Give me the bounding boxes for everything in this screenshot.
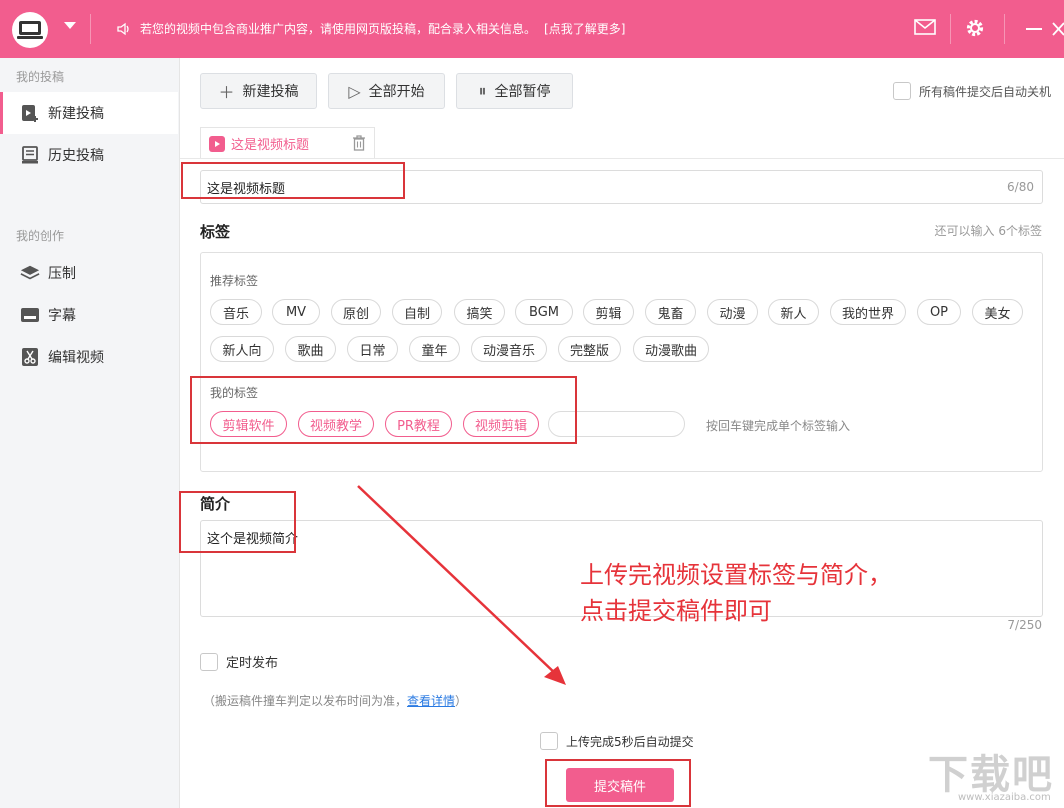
title-char-count: 6/80 bbox=[1007, 180, 1034, 194]
recommended-tag[interactable]: 原创 bbox=[331, 299, 381, 325]
recommended-tag[interactable]: 动漫歌曲 bbox=[633, 336, 709, 362]
recommended-tag[interactable]: OP bbox=[917, 299, 961, 325]
start-all-button[interactable]: ▷ 全部开始 bbox=[328, 73, 445, 109]
watermark-url: www.xiazaiba.com bbox=[958, 792, 1051, 803]
plus-icon: ＋ bbox=[218, 83, 235, 102]
sidebar-item-subtitle[interactable]: 字幕 bbox=[0, 294, 178, 336]
pause-all-button[interactable]: ⏸ 全部暂停 bbox=[456, 73, 573, 109]
recommended-tag[interactable]: 动漫 bbox=[707, 299, 758, 325]
new-upload-icon bbox=[20, 103, 40, 123]
description-char-count: 7/250 bbox=[1007, 618, 1042, 632]
recommended-tag[interactable]: 音乐 bbox=[210, 299, 262, 325]
new-upload-button[interactable]: ＋ 新建投稿 bbox=[200, 73, 317, 109]
note-text: （搬运稿件撞车判定以发布时间为准， bbox=[203, 694, 408, 708]
scissors-icon bbox=[20, 347, 40, 367]
divider bbox=[180, 158, 1064, 159]
sidebar-group-creation: 我的创作 bbox=[16, 229, 65, 243]
highlight-box bbox=[190, 376, 577, 444]
recommended-tag[interactable]: 搞笑 bbox=[454, 299, 505, 325]
top-bar: 若您的视频中包含商业推广内容，请使用网页版投稿，配合录入相关信息。 [点我了解更… bbox=[0, 0, 1064, 58]
auto-shutdown-label: 所有稿件提交后自动关机 bbox=[919, 84, 1052, 99]
sidebar: 我的投稿 新建投稿 历史投稿 我的创作 压制 字幕 编辑视频 bbox=[0, 58, 180, 808]
auto-shutdown-option[interactable]: 所有稿件提交后自动关机 bbox=[893, 82, 1051, 100]
divider bbox=[90, 14, 91, 44]
recommended-tag[interactable]: 动漫音乐 bbox=[471, 336, 547, 362]
notice-text: 若您的视频中包含商业推广内容，请使用网页版投稿，配合录入相关信息。 bbox=[140, 22, 537, 36]
recommended-tag[interactable]: 新人向 bbox=[210, 336, 274, 362]
recommended-tag[interactable]: 自制 bbox=[392, 299, 442, 325]
tag-input-hint: 按回车键完成单个标签输入 bbox=[706, 419, 851, 433]
tv-logo-icon bbox=[17, 21, 43, 39]
sidebar-item-edit-video[interactable]: 编辑视频 bbox=[0, 336, 178, 378]
auto-shutdown-checkbox[interactable] bbox=[893, 82, 911, 100]
button-label: 新建投稿 bbox=[242, 84, 299, 100]
auto-submit-label: 上传完成5秒后自动提交 bbox=[566, 734, 694, 749]
gear-icon[interactable] bbox=[964, 17, 986, 39]
recommended-tags-label: 推荐标签 bbox=[210, 274, 259, 288]
sidebar-item-label: 历史投稿 bbox=[48, 148, 104, 164]
recommended-tag[interactable]: 鬼畜 bbox=[645, 299, 696, 325]
recommended-tag[interactable]: 歌曲 bbox=[285, 336, 336, 362]
annotation-line: 点击提交稿件即可 bbox=[580, 597, 772, 625]
play-icon: ▷ bbox=[348, 81, 361, 101]
annotation-line: 上传完视频设置标签与简介， bbox=[580, 561, 892, 589]
file-tab[interactable]: 这是视频标题 bbox=[200, 127, 375, 159]
timed-publish-label: 定时发布 bbox=[226, 656, 279, 671]
recommended-tag[interactable]: BGM bbox=[515, 299, 573, 325]
app-logo[interactable] bbox=[12, 12, 48, 48]
recommended-tag[interactable]: 美女 bbox=[972, 299, 1023, 325]
recommended-tag[interactable]: MV bbox=[272, 299, 320, 325]
minimize-icon[interactable] bbox=[1026, 28, 1042, 31]
button-label: 全部暂停 bbox=[494, 84, 551, 100]
recommended-tag[interactable]: 我的世界 bbox=[830, 299, 906, 325]
divider bbox=[1004, 14, 1005, 44]
notice-link[interactable]: [点我了解更多] bbox=[544, 20, 625, 37]
sidebar-item-new-upload[interactable]: 新建投稿 bbox=[0, 92, 178, 134]
close-icon[interactable] bbox=[1052, 22, 1064, 36]
chevron-down-icon[interactable] bbox=[64, 22, 76, 29]
notice-bar: 若您的视频中包含商业推广内容，请使用网页版投稿，配合录入相关信息。 [点我了解更… bbox=[116, 20, 625, 37]
recommended-tag[interactable]: 剪辑 bbox=[583, 299, 634, 325]
sidebar-item-label: 新建投稿 bbox=[48, 106, 104, 122]
divider bbox=[950, 14, 951, 44]
trash-icon[interactable] bbox=[352, 135, 366, 151]
timed-publish-option[interactable]: 定时发布 bbox=[200, 652, 278, 671]
subtitle-icon bbox=[20, 305, 40, 325]
tags-remaining-count: 还可以输入 6个标签 bbox=[934, 224, 1042, 238]
sidebar-item-compress[interactable]: 压制 bbox=[0, 252, 178, 294]
recommended-tag[interactable]: 童年 bbox=[409, 336, 460, 362]
timed-publish-checkbox[interactable] bbox=[200, 652, 218, 671]
file-tab-name: 这是视频标题 bbox=[231, 138, 310, 153]
highlight-box bbox=[545, 759, 691, 807]
auto-submit-option[interactable]: 上传完成5秒后自动提交 bbox=[540, 732, 694, 750]
note-text: ） bbox=[455, 694, 468, 708]
annotation-arrow-icon bbox=[357, 485, 566, 685]
highlight-box bbox=[181, 162, 405, 199]
sidebar-item-history[interactable]: 历史投稿 bbox=[0, 134, 178, 176]
auto-submit-checkbox[interactable] bbox=[540, 732, 558, 750]
details-link[interactable]: 查看详情 bbox=[407, 694, 455, 708]
layers-icon bbox=[20, 263, 40, 283]
sidebar-item-label: 字幕 bbox=[48, 308, 76, 324]
speaker-icon bbox=[117, 22, 129, 35]
mail-icon[interactable] bbox=[914, 18, 936, 36]
sidebar-item-label: 压制 bbox=[48, 266, 76, 282]
video-file-icon bbox=[209, 135, 225, 152]
sidebar-item-label: 编辑视频 bbox=[48, 350, 104, 366]
recommended-tag[interactable]: 日常 bbox=[347, 336, 398, 362]
history-icon bbox=[20, 145, 40, 165]
recommended-tag[interactable]: 完整版 bbox=[558, 336, 621, 362]
sidebar-group-submissions: 我的投稿 bbox=[16, 70, 65, 84]
tags-section-title: 标签 bbox=[200, 223, 231, 241]
recommended-tag[interactable]: 新人 bbox=[768, 299, 819, 325]
pause-icon: ⏸ bbox=[478, 81, 487, 100]
button-label: 全部开始 bbox=[368, 84, 425, 100]
highlight-box bbox=[179, 491, 296, 553]
annotation-text: 上传完视频设置标签与简介， 点击提交稿件即可 bbox=[580, 557, 892, 629]
